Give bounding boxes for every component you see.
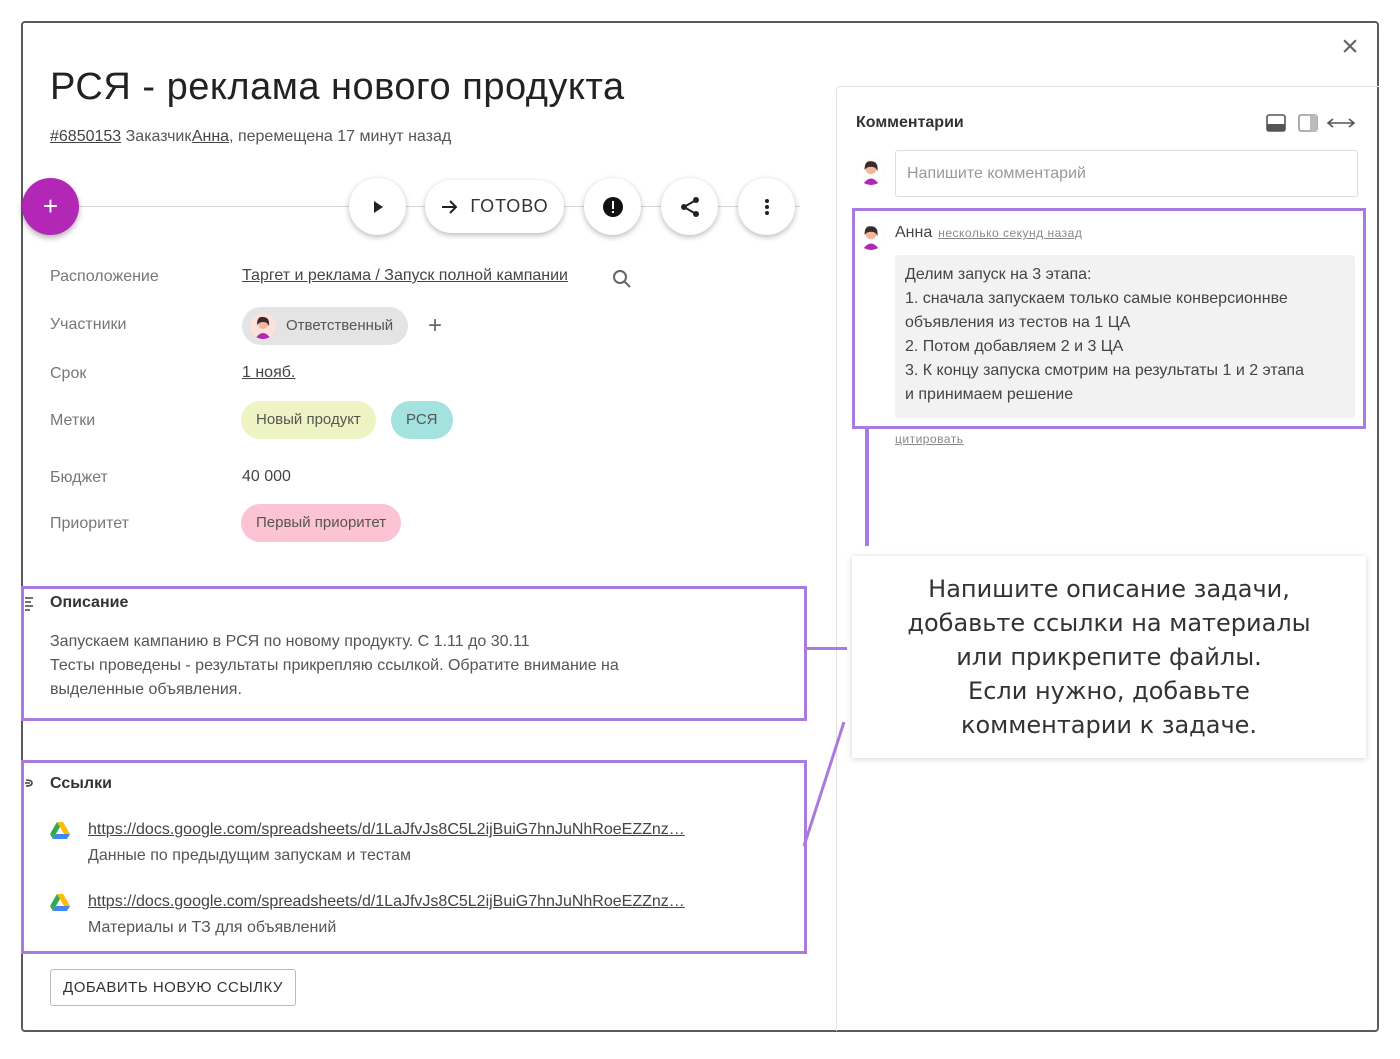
links-highlight — [21, 760, 807, 954]
responsible-chip[interactable]: Ответственный — [242, 307, 409, 345]
customer-name-link[interactable]: Анна — [192, 128, 229, 145]
callout-line: комментарии к задаче. — [960, 711, 1258, 739]
participants-label: Участники — [50, 316, 127, 333]
share-icon — [680, 196, 699, 217]
location-label: Расположение — [50, 268, 159, 285]
task-title: РСЯ - реклама нового продукта — [50, 66, 625, 108]
callout-line: добавьте ссылки на материалы — [907, 609, 1311, 637]
task-id-link[interactable]: #6850153 — [50, 128, 121, 145]
task-subtitle: #6850153 Заказчик Анна, перемещена 17 ми… — [50, 128, 451, 146]
alert-button[interactable] — [584, 178, 641, 235]
avatar — [250, 313, 276, 339]
play-icon — [373, 200, 383, 213]
comment-input[interactable]: Напишите комментарий — [895, 150, 1358, 197]
callout-line: Напишите описание задачи, — [928, 575, 1290, 603]
responsible-label: Ответственный — [286, 317, 394, 334]
deadline-link[interactable]: 1 нояб. — [242, 364, 295, 382]
hint-callout: Напишите описание задачи, добавьте ссылк… — [852, 556, 1366, 758]
budget-value[interactable]: 40 000 — [242, 468, 291, 486]
tag-rsya[interactable]: РСЯ — [391, 401, 453, 439]
moved-text: , перемещена 17 минут назад — [229, 128, 452, 145]
more-vert-icon — [764, 198, 769, 215]
share-button[interactable] — [661, 178, 718, 235]
expand-horizontal-icon[interactable] — [1327, 117, 1355, 129]
description-highlight — [21, 586, 807, 721]
done-label: ГОТОВО — [470, 196, 549, 216]
arrow-right-icon — [442, 199, 458, 214]
add-link-button[interactable]: ДОБАВИТЬ НОВУЮ ССЫЛКУ — [50, 969, 296, 1006]
tag-new-product[interactable]: Новый продукт — [241, 401, 376, 439]
more-button[interactable] — [738, 178, 795, 235]
callout-connector-links — [802, 721, 846, 847]
quote-link[interactable]: цитировать — [895, 432, 964, 446]
location-link[interactable]: Таргет и реклама / Запуск полной кампани… — [242, 267, 568, 285]
callout-line: или прикрепите файлы. — [956, 643, 1262, 671]
start-button[interactable] — [349, 178, 406, 235]
tags-label: Метки — [50, 412, 96, 429]
alert-icon — [602, 196, 623, 217]
add-button[interactable]: + — [22, 178, 79, 235]
done-button[interactable]: ГОТОВО — [425, 180, 564, 233]
priority-chip[interactable]: Первый приоритет — [241, 504, 402, 542]
comments-title: Комментарии — [856, 114, 964, 131]
callout-line: Если нужно, добавьте — [968, 677, 1250, 705]
comment-highlight — [852, 208, 1366, 429]
callout-connector-comment — [865, 429, 869, 546]
callout-connector-description — [807, 647, 847, 650]
add-participant-button[interactable]: + — [428, 312, 442, 340]
deadline-label: Срок — [50, 365, 87, 382]
search-icon[interactable] — [612, 269, 632, 289]
layout-bottom-icon[interactable] — [1266, 114, 1286, 132]
close-icon[interactable]: × — [1335, 32, 1365, 63]
priority-label: Приоритет — [50, 515, 129, 532]
avatar — [857, 157, 885, 185]
customer-label: Заказчик — [125, 128, 192, 145]
budget-label: Бюджет — [50, 469, 108, 486]
layout-side-icon[interactable] — [1298, 114, 1318, 132]
